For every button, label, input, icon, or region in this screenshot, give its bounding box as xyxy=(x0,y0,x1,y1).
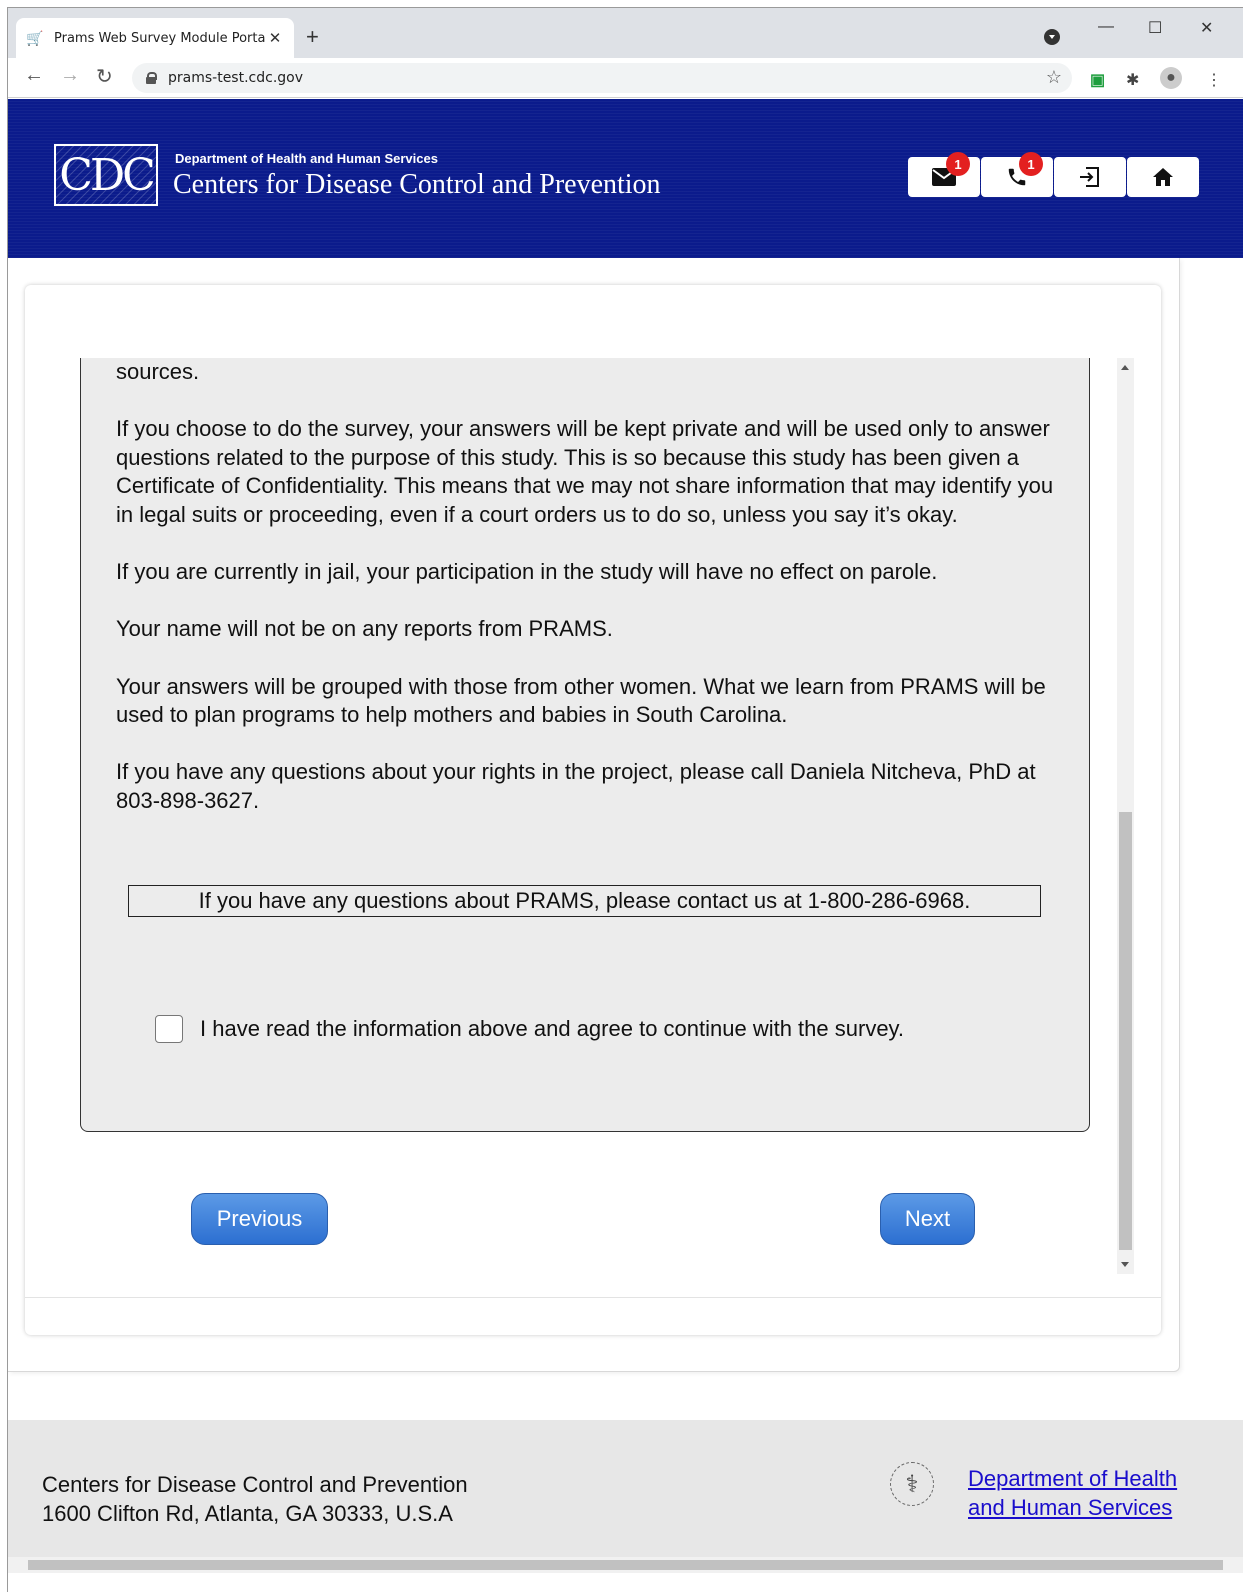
maximize-button[interactable]: ☐ xyxy=(1148,18,1162,38)
horizontal-scrollbar[interactable] xyxy=(8,1557,1243,1573)
phone-badge: 1 xyxy=(1019,152,1043,176)
home-icon xyxy=(1153,168,1173,186)
profile-icon[interactable]: ● xyxy=(1160,67,1182,89)
bookmark-star-icon[interactable]: ☆ xyxy=(1046,67,1062,88)
dept-subtitle: Department of Health and Human Services xyxy=(175,151,438,166)
page-container: sources. If you choose to do the survey,… xyxy=(8,258,1180,1372)
survey-card: sources. If you choose to do the survey,… xyxy=(25,285,1161,1335)
extension-icon[interactable]: ▣ xyxy=(1090,70,1105,90)
menu-dots-icon[interactable]: ⋮ xyxy=(1206,70,1222,90)
previous-button[interactable]: Previous xyxy=(191,1193,328,1245)
site-header: CDC Department of Health and Human Servi… xyxy=(8,99,1243,258)
reload-icon[interactable]: ↻ xyxy=(96,64,113,89)
consent-paragraph: If you have any questions about your rig… xyxy=(116,759,1036,813)
browser-toolbar: ← → ↻ prams-test.cdc.gov ☆ ▣ ✱ ● ⋮ xyxy=(8,58,1243,98)
scroll-up-arrow-icon[interactable] xyxy=(1121,365,1129,370)
minimize-button[interactable]: — xyxy=(1098,18,1114,36)
forward-arrow-icon[interactable]: → xyxy=(60,64,80,87)
footer-address: Centers for Disease Control and Preventi… xyxy=(42,1470,468,1528)
footer-street-address: 1600 Clifton Rd, Atlanta, GA 30333, U.S.… xyxy=(42,1501,453,1526)
tab-strip: 🛒 Prams Web Survey Module Portal ✕ + — ☐… xyxy=(8,8,1243,58)
back-arrow-icon[interactable]: ← xyxy=(24,64,44,87)
browser-tab[interactable]: 🛒 Prams Web Survey Module Portal ✕ xyxy=(16,18,294,58)
hhs-link-line2[interactable]: and Human Services xyxy=(968,1493,1177,1522)
messages-button[interactable]: 1 xyxy=(908,152,980,197)
consent-text: sources. If you choose to do the survey,… xyxy=(116,358,1061,844)
consent-paragraph: If you are currently in jail, your parti… xyxy=(116,559,938,585)
tab-close-icon[interactable]: ✕ xyxy=(266,29,284,47)
stroller-icon: 🛒 xyxy=(26,29,44,46)
tab-title: Prams Web Survey Module Portal xyxy=(54,30,266,46)
contact-notice: If you have any questions about PRAMS, p… xyxy=(128,885,1041,917)
card-divider xyxy=(25,1297,1161,1298)
address-bar[interactable]: prams-test.cdc.gov ☆ xyxy=(132,63,1072,93)
hhs-eagle-icon: ⚕ xyxy=(890,1462,934,1506)
next-button[interactable]: Next xyxy=(880,1193,975,1245)
agree-label[interactable]: I have read the information above and ag… xyxy=(200,1016,904,1042)
home-button[interactable] xyxy=(1127,157,1199,197)
lock-icon xyxy=(146,72,157,84)
scroll-down-arrow-icon[interactable] xyxy=(1121,1262,1129,1267)
logout-button[interactable] xyxy=(1054,157,1126,197)
consent-paragraph: Your answers will be grouped with those … xyxy=(116,673,1046,728)
consent-paragraph: Your name will not be on any reports fro… xyxy=(116,616,613,642)
agency-title: Centers for Disease Control and Preventi… xyxy=(173,169,661,200)
new-tab-button[interactable]: + xyxy=(306,26,319,48)
cdc-logo[interactable]: CDC xyxy=(54,144,158,206)
close-window-button[interactable]: ✕ xyxy=(1200,18,1213,38)
consent-paragraph: sources. xyxy=(116,359,200,384)
tab-search-icon[interactable] xyxy=(1044,29,1060,45)
sign-out-icon xyxy=(1080,167,1099,187)
vertical-scrollbar[interactable] xyxy=(1117,358,1134,1274)
messages-badge: 1 xyxy=(946,152,970,176)
puzzle-icon[interactable]: ✱ xyxy=(1126,70,1139,90)
phone-button[interactable]: 1 xyxy=(981,152,1053,197)
site-footer: Centers for Disease Control and Preventi… xyxy=(8,1420,1243,1557)
consent-panel: sources. If you choose to do the survey,… xyxy=(80,358,1090,1132)
footer-org-name: Centers for Disease Control and Preventi… xyxy=(42,1472,468,1497)
agree-row: I have read the information above and ag… xyxy=(155,1015,904,1043)
horizontal-scroll-thumb[interactable] xyxy=(28,1560,1223,1570)
hhs-link[interactable]: Department of Health and Human Services xyxy=(968,1464,1177,1522)
consent-paragraph: If you choose to do the survey, your ans… xyxy=(116,416,1054,527)
url-text: prams-test.cdc.gov xyxy=(168,70,304,86)
agree-checkbox[interactable] xyxy=(155,1015,183,1043)
scroll-thumb[interactable] xyxy=(1119,812,1132,1250)
browser-window: 🛒 Prams Web Survey Module Portal ✕ + — ☐… xyxy=(7,7,1243,1592)
hhs-link-line1[interactable]: Department of Health xyxy=(968,1464,1177,1493)
